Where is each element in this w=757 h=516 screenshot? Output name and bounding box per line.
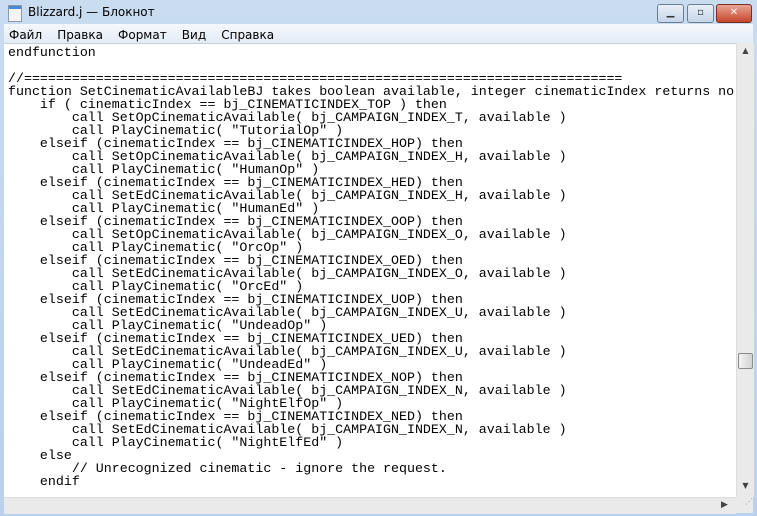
- code-line: endfunction: [8, 45, 96, 60]
- scroll-right-arrow-icon[interactable]: ▶: [716, 500, 733, 510]
- code-line: endif: [8, 474, 80, 489]
- window-title: Blizzard.j — Блокнот: [28, 5, 155, 19]
- resize-grip-icon[interactable]: ⋰: [736, 497, 753, 513]
- editor-text[interactable]: endfunction //==========================…: [4, 44, 736, 488]
- menu-help[interactable]: Справка: [216, 26, 279, 42]
- code-line: // Unrecognized cinematic - ignore the r…: [8, 461, 447, 476]
- close-button[interactable]: ✕: [716, 4, 752, 23]
- maximize-button[interactable]: ▫: [687, 4, 714, 23]
- menu-edit[interactable]: Правка: [52, 26, 108, 42]
- menu-file[interactable]: Файл: [4, 26, 47, 42]
- notepad-window: Blizzard.j — Блокнот ▁ ▫ ✕ Файл Правка Ф…: [0, 0, 757, 516]
- vertical-scrollbar[interactable]: ▲ ▼: [736, 43, 754, 497]
- menu-view[interactable]: Вид: [177, 26, 211, 42]
- horizontal-scrollbar[interactable]: ▶: [4, 497, 736, 514]
- title-bar[interactable]: Blizzard.j — Блокнот ▁ ▫ ✕: [0, 0, 757, 24]
- vertical-scroll-thumb[interactable]: [738, 353, 753, 369]
- notepad-icon: [8, 5, 22, 22]
- code-line: call PlayCinematic( "NightElfEd" ): [8, 435, 344, 450]
- scroll-down-arrow-icon[interactable]: ▼: [737, 481, 754, 490]
- scroll-up-arrow-icon[interactable]: ▲: [737, 46, 754, 55]
- text-editor[interactable]: endfunction //==========================…: [4, 43, 736, 498]
- minimize-button[interactable]: ▁: [657, 4, 684, 23]
- menu-format[interactable]: Формат: [113, 26, 172, 42]
- menu-bar: Файл Правка Формат Вид Справка: [4, 24, 753, 43]
